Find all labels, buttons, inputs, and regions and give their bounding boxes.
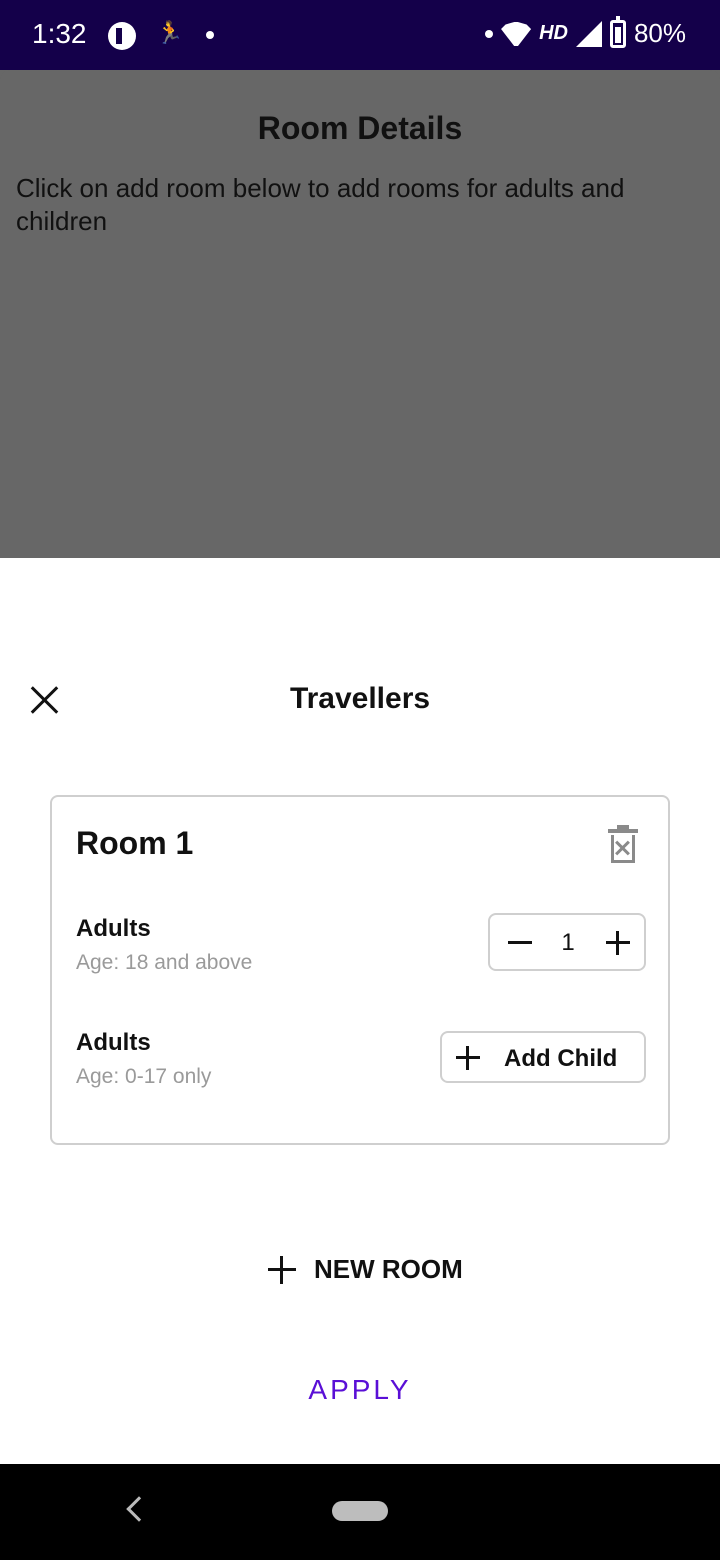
add-child-button[interactable]: Add Child [440,1031,646,1083]
wifi-icon [501,22,531,46]
decrement-button[interactable] [506,929,534,957]
sheet-title: Travellers [289,682,431,715]
battery-icon [609,15,626,48]
new-room-label: NEW ROOM [314,1254,463,1284]
travellers-sheet: Travellers Room 1 Adults Age: 18 and abo… [0,558,720,1464]
status-indicators: HD 80% [485,15,686,49]
app-notification-icon [108,22,136,50]
dimmed-backdrop[interactable]: Room Details Click on add room below to … [0,70,720,558]
delete-room-icon[interactable] [608,825,638,863]
page-description: Click on add room below to add rooms for… [16,173,625,236]
adults-age-hint: Age: 18 and above [76,951,253,974]
increment-button[interactable] [604,929,632,957]
add-child-label: Add Child [504,1045,618,1072]
plus-icon [268,1256,296,1284]
adults-count: 1 [561,929,575,956]
new-room-button[interactable]: NEW ROOM [266,1248,476,1292]
notification-dot-icon [485,29,494,38]
room-card: Room 1 Adults Age: 18 and above 1 Adults… [50,795,670,1145]
children-label: Adults [76,1029,151,1056]
signal-icon [575,20,602,47]
battery-percent: 80% [633,18,686,48]
home-pill[interactable] [332,1501,388,1521]
status-time: 1:32 [32,18,87,49]
room-details-page: Room Details Click on add room below to … [0,70,720,558]
notification-dot-icon [206,31,214,39]
status-bar: 1:32 🏃 HD 80% [0,0,720,70]
adults-stepper: 1 [488,913,646,971]
room-title: Room 1 [76,825,194,861]
plus-icon [456,1046,480,1070]
page-title: Room Details [257,110,463,146]
adults-label: Adults [76,915,151,942]
activity-icon: 🏃 [156,20,184,45]
apply-button[interactable]: APPLY [260,1374,460,1420]
navigation-bar [0,1464,720,1560]
back-icon[interactable] [126,1496,152,1522]
network-type: HD [539,22,568,44]
children-age-hint: Age: 0-17 only [76,1065,212,1088]
